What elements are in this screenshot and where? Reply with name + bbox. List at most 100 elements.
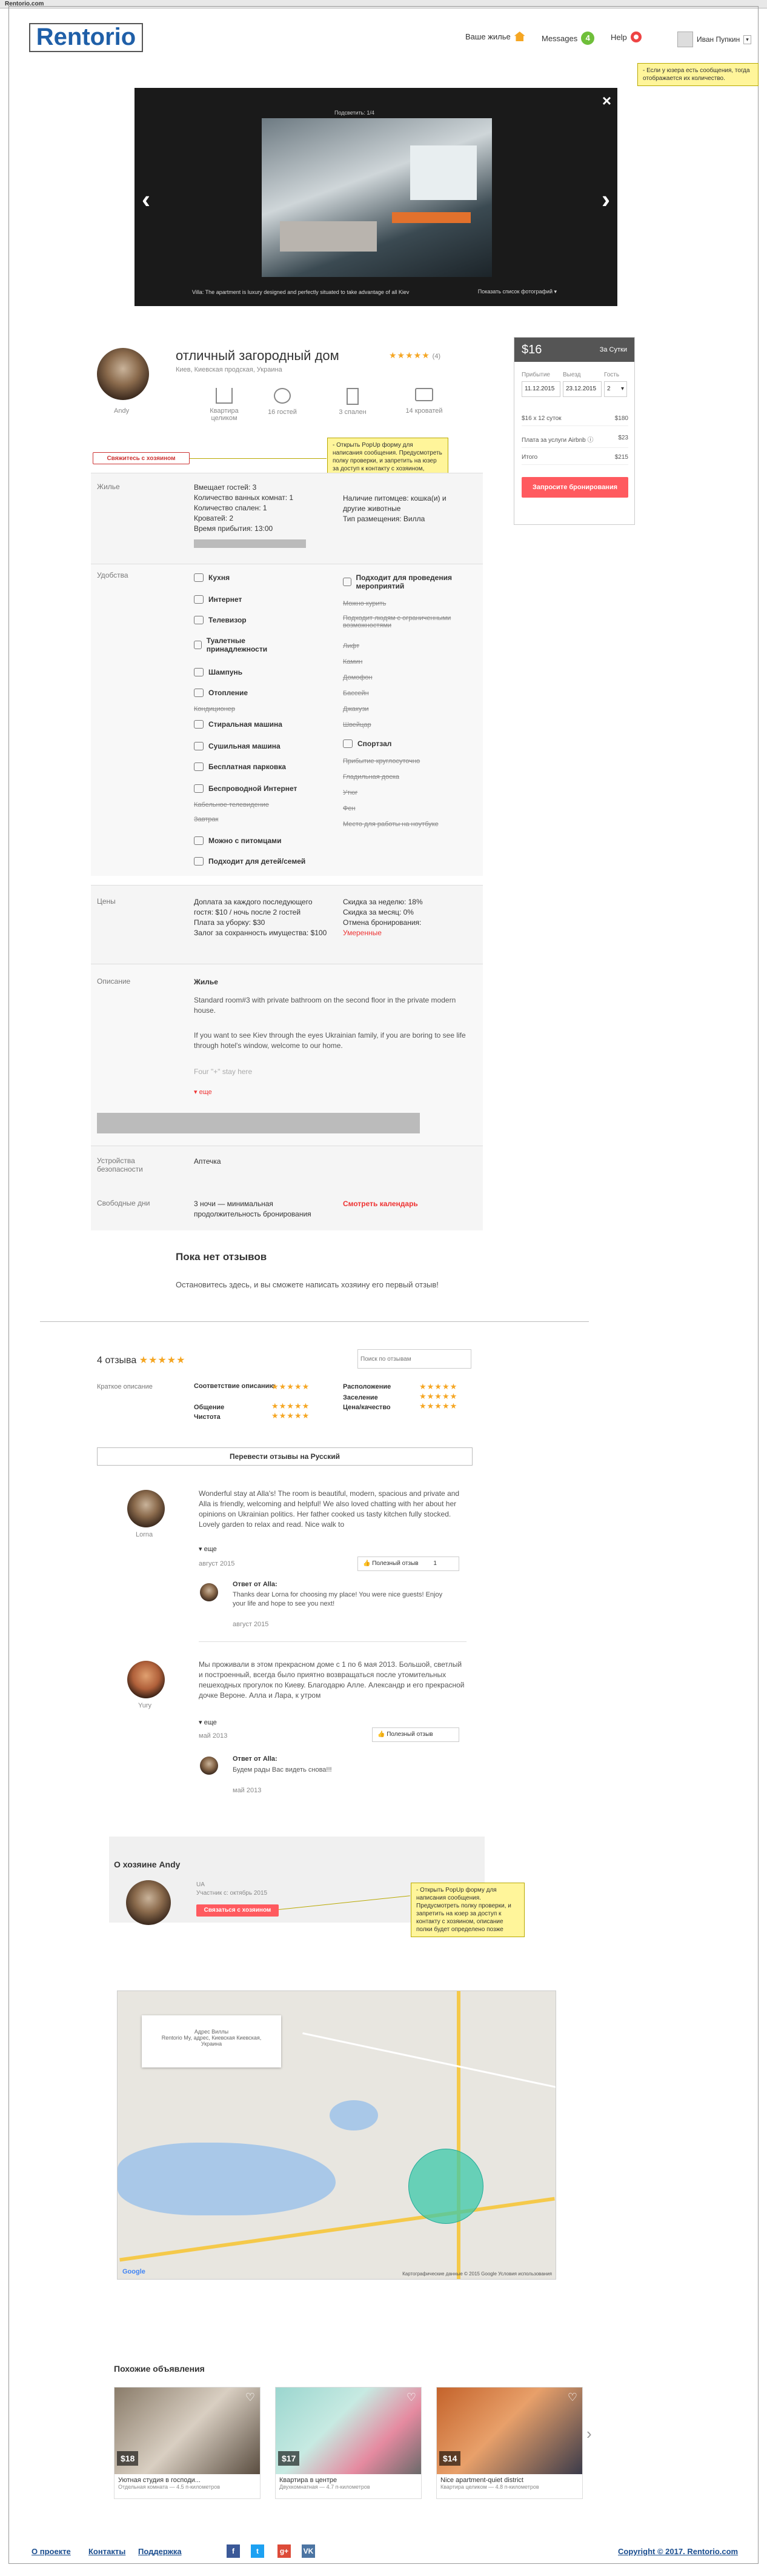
amenity-elevator: Лифт bbox=[343, 642, 360, 650]
vk-icon[interactable]: VK bbox=[302, 2544, 315, 2558]
host-country: UA bbox=[196, 1881, 205, 1888]
feature-guests: 16 гостей bbox=[264, 388, 300, 416]
amenity-shampoo: Шампунь bbox=[194, 668, 242, 676]
calendar-link[interactable]: Смотреть календарь bbox=[343, 1199, 418, 1209]
safety-value: Аптечка bbox=[194, 1157, 221, 1166]
listing-rating: ★★★★★ (4) bbox=[389, 350, 441, 360]
footer-contacts-link[interactable]: Контакты bbox=[88, 2547, 125, 2556]
similar-listing[interactable]: $18 ♡ Уютная студия в господи... Отдельна… bbox=[114, 2387, 261, 2499]
footer-support-link[interactable]: Поддержка bbox=[138, 2547, 182, 2556]
guests-select[interactable]: 2 ▾ bbox=[604, 381, 627, 397]
description-p3: Four "+" stay here bbox=[194, 1067, 253, 1076]
reviewer-avatar[interactable] bbox=[127, 1661, 165, 1698]
divider bbox=[199, 1641, 467, 1642]
messages-note: - Если у юзера есть сообщения, тогда ото… bbox=[637, 63, 759, 86]
gallery-photo-list-toggle[interactable]: Показать список фотографий ▾ bbox=[478, 289, 557, 295]
amenity-intercom: Домофон bbox=[343, 674, 373, 681]
location-map[interactable]: Адрес Виллы Rentorio My, адрес, Киевская … bbox=[117, 1990, 556, 2280]
map-terms[interactable]: Картографические данные © 2015 Google Ус… bbox=[402, 2271, 552, 2277]
host-avatar[interactable] bbox=[126, 1880, 171, 1925]
google-logo: Google bbox=[122, 2268, 145, 2275]
review-more-link[interactable]: ▾ еще bbox=[199, 1718, 217, 1728]
photo-gallery[interactable]: Подсветить: 1/4 × ‹ › Villa: The apartme… bbox=[134, 88, 617, 306]
feature-bedrooms: 3 спален bbox=[334, 388, 371, 416]
house-icon bbox=[514, 32, 525, 41]
footer-copyright: Copyright © 2017. Rentorio.com bbox=[618, 2547, 739, 2556]
review-date: май 2013 bbox=[199, 1732, 228, 1740]
description-p2: If you want to see Kiev through the eyes… bbox=[194, 1031, 466, 1050]
heart-icon[interactable]: ♡ bbox=[245, 2391, 255, 2404]
reviewer-name: Lorna bbox=[136, 1531, 153, 1538]
tv-icon bbox=[194, 616, 204, 624]
contact-host-button-2[interactable]: Связаться с хозяином bbox=[196, 1904, 279, 1917]
redacted-block bbox=[97, 1113, 420, 1133]
prices-label: Цены bbox=[97, 897, 116, 906]
listing-title: отличный загородный дом bbox=[176, 348, 339, 363]
similar-next-arrow-icon[interactable]: › bbox=[586, 2424, 592, 2443]
no-reviews-text: Остановитесь здесь, и вы сможете написат… bbox=[176, 1280, 439, 1289]
google-plus-icon[interactable]: g+ bbox=[277, 2544, 291, 2558]
criteria-communication-stars: ★★★★★ bbox=[271, 1401, 310, 1410]
footer-about-link[interactable]: О проекте bbox=[32, 2547, 71, 2556]
chevron-down-icon[interactable]: ▾ bbox=[743, 35, 751, 44]
reviewer-avatar[interactable] bbox=[127, 1490, 165, 1527]
availability-value: 3 ночи — минимальная продолжительность б… bbox=[194, 1200, 311, 1218]
close-icon[interactable]: × bbox=[602, 92, 611, 110]
gallery-counter: Подсветить: 1/4 bbox=[334, 110, 374, 116]
help-link[interactable]: Help bbox=[611, 32, 642, 42]
reviews-search-input[interactable] bbox=[357, 1349, 471, 1369]
thumbs-up-icon: 👍 bbox=[377, 1731, 385, 1738]
helpful-review-button[interactable]: 👍 Полезный отзыв bbox=[372, 1727, 459, 1742]
review-text: Мы проживали в этом прекрасном доме с 1 … bbox=[199, 1660, 465, 1700]
facebook-icon[interactable]: f bbox=[227, 2544, 240, 2558]
description-more-link[interactable]: ▾ еще bbox=[194, 1087, 212, 1098]
guests-label: Гость bbox=[604, 372, 620, 378]
next-arrow-icon[interactable]: › bbox=[602, 185, 610, 214]
heart-icon[interactable]: ♡ bbox=[407, 2391, 416, 2404]
host-name: Andy bbox=[114, 407, 130, 415]
booking-widget: $16 За Сутки Прибытие Выезд Гость 11.12.… bbox=[514, 337, 635, 525]
messages-link[interactable]: Messages 4 bbox=[542, 32, 595, 45]
reply-title: Ответ от Alla: bbox=[233, 1755, 277, 1763]
prices-right: Скидка за неделю: 18% Скидка за месяц: 0%… bbox=[343, 897, 470, 938]
cancel-policy-link[interactable]: Умеренные bbox=[343, 928, 470, 938]
user-menu[interactable]: Иван Пупкин ▾ bbox=[677, 32, 751, 47]
criteria-value-stars: ★★★★★ bbox=[419, 1401, 458, 1410]
booking-row-nights: $16 x 12 суток $180 bbox=[522, 415, 628, 426]
description-p1: Standard room#3 with private bathroom on… bbox=[194, 996, 456, 1015]
toiletries-icon bbox=[194, 641, 202, 649]
review-more-link[interactable]: ▾ еще bbox=[199, 1544, 217, 1555]
map-water bbox=[118, 2143, 336, 2215]
heart-icon[interactable]: ♡ bbox=[568, 2391, 577, 2404]
translate-reviews-button[interactable]: Перевести отзывы на Русский bbox=[97, 1447, 473, 1466]
avatar bbox=[677, 32, 693, 47]
helpful-review-button[interactable]: 👍 Полезный отзыв 1 bbox=[357, 1557, 459, 1571]
request-booking-button[interactable]: Запросите бронирования bbox=[522, 477, 628, 498]
housing-right: Наличие питомцев: кошка(и) и другие живо… bbox=[343, 494, 447, 523]
my-housing-link[interactable]: Ваше жилье bbox=[465, 32, 525, 41]
similar-listing[interactable]: $17 ♡ Квартира в центре Двухкомнатная — 4… bbox=[275, 2387, 422, 2499]
amenity-tv: Телевизор bbox=[194, 616, 247, 624]
prev-arrow-icon[interactable]: ‹ bbox=[142, 185, 150, 214]
chevron-down-icon: ▾ bbox=[620, 385, 624, 392]
amenity-fireplace: Камин bbox=[343, 658, 363, 666]
feature-apartment: Квартира целиком bbox=[182, 388, 267, 422]
twitter-icon[interactable]: t bbox=[251, 2544, 264, 2558]
messages-count-badge: 4 bbox=[581, 32, 595, 45]
checkout-input[interactable]: 23.12.2015 bbox=[563, 381, 602, 397]
map-road bbox=[302, 2032, 556, 2097]
amenity-breakfast: Завтрак bbox=[194, 816, 219, 823]
contact-host-button[interactable]: Свяжитесь с хозяином bbox=[93, 452, 190, 464]
logo[interactable]: Rentorio bbox=[29, 23, 143, 52]
booking-row-fee: Плата за услуги Airbnb ⓘ $23 bbox=[522, 435, 628, 448]
reviews-count: 4 отзыва ★★★★★ bbox=[97, 1355, 186, 1366]
amenity-jacuzzi: Джакузи bbox=[343, 706, 369, 713]
checkin-input[interactable]: 11.12.2015 bbox=[522, 381, 560, 397]
host-avatar[interactable] bbox=[97, 348, 149, 400]
feature-beds: 14 кроватей bbox=[400, 388, 448, 415]
host-reply-avatar bbox=[200, 1583, 218, 1601]
criteria-location: Расположение bbox=[343, 1383, 391, 1390]
similar-listing[interactable]: $14 ♡ Nice apartment-quiet district Кварт… bbox=[436, 2387, 583, 2499]
paw-icon bbox=[194, 836, 204, 845]
kitchen-icon bbox=[194, 573, 204, 582]
